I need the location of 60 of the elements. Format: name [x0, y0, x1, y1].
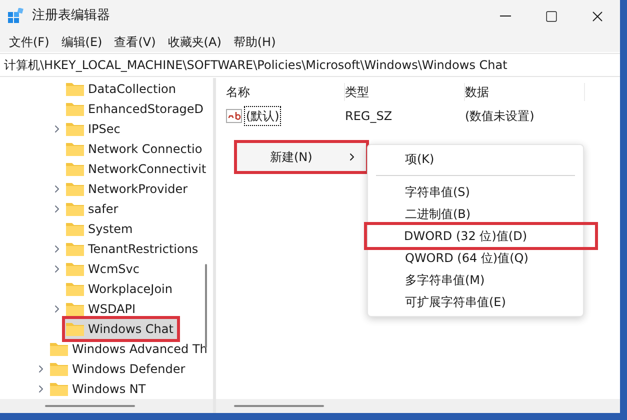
tree-item[interactable]: NetworkProvider — [65, 179, 192, 199]
folder-icon — [65, 141, 85, 157]
menu-item[interactable]: 文件(F) — [4, 33, 54, 51]
folder-icon — [65, 321, 85, 337]
submenu-item[interactable]: 多字符串值(M) — [368, 269, 583, 291]
folder-icon — [65, 221, 85, 237]
menu-item[interactable]: 编辑(E) — [56, 33, 108, 51]
folder-icon — [49, 341, 69, 357]
tree-item[interactable]: Windows Chat — [65, 319, 178, 339]
submenu-item[interactable]: 二进制值(B) — [368, 203, 583, 225]
context-menu-item[interactable]: 新建(N) — [237, 143, 366, 171]
tree-item[interactable]: Network Connectio — [65, 139, 206, 159]
registry-app-icon — [8, 8, 24, 24]
tree-item[interactable]: Windows Defender — [49, 359, 190, 379]
scrollbar-thumb[interactable] — [205, 264, 207, 348]
folder-icon — [65, 101, 85, 117]
tree-item[interactable]: Windows Advanced Th — [49, 339, 212, 359]
tree-item[interactable]: DataCollection — [65, 79, 180, 99]
submenu-item[interactable]: DWORD (32 位)值(D) — [367, 225, 595, 247]
folder-icon — [65, 181, 85, 197]
folder-icon — [65, 81, 85, 97]
tree-item[interactable]: EnhancedStorageD — [65, 99, 208, 119]
submenu-item[interactable]: 项(K) — [368, 148, 583, 170]
column-header[interactable]: 类型 — [345, 83, 465, 101]
tree-item[interactable]: TenantRestrictions — [65, 239, 202, 259]
folder-icon — [65, 201, 85, 217]
menu-item[interactable]: 收藏夹(A) — [162, 33, 226, 51]
tree-item[interactable]: Windows NT — [49, 379, 150, 399]
folder-icon — [65, 261, 85, 277]
submenu-item[interactable]: 可扩展字符串值(E) — [368, 291, 583, 313]
folder-icon — [49, 381, 69, 397]
folder-icon — [49, 361, 69, 377]
tree-item[interactable]: NetworkConnectivit — [65, 159, 210, 179]
tree-item[interactable]: WSDAPI — [65, 299, 140, 319]
address-bar[interactable]: 计算机\HKEY_LOCAL_MACHINE\SOFTWARE\Policies\Microsoft\Windows\Windows Chat — [0, 53, 620, 77]
tree-item[interactable]: WcmSvc — [65, 259, 144, 279]
menu-item[interactable]: 帮助(H) — [228, 33, 281, 51]
table-cell-text: (数值未设置) — [465, 108, 536, 125]
submenu-item[interactable]: 字符串值(S) — [368, 181, 583, 203]
folder-icon — [65, 301, 85, 317]
table-cell-text: REG_SZ — [345, 108, 394, 125]
submenu-item[interactable]: QWORD (64 位)值(Q) — [368, 247, 583, 269]
window-title: 注册表编辑器 — [32, 7, 110, 26]
tree-item[interactable]: safer — [65, 199, 122, 219]
column-header[interactable]: 名称 — [226, 83, 345, 101]
folder-icon — [65, 241, 85, 257]
tree-item[interactable]: System — [65, 219, 137, 239]
scrollbar-thumb[interactable] — [45, 405, 135, 407]
folder-icon — [65, 281, 85, 297]
table-cell[interactable]: (默认) — [244, 106, 282, 126]
menu-item[interactable]: 查看(V) — [109, 33, 161, 51]
tree-item[interactable]: WorkplaceJoin — [65, 279, 176, 299]
scrollbar-thumb[interactable] — [234, 405, 324, 407]
column-header[interactable]: 数据 — [465, 83, 585, 101]
tree-item[interactable]: IPSec — [65, 119, 124, 139]
folder-icon — [65, 161, 85, 177]
string-value-icon — [226, 109, 242, 123]
maximize-icon — [544, 10, 558, 22]
folder-icon — [65, 121, 85, 137]
minimize-icon — [500, 15, 510, 17]
